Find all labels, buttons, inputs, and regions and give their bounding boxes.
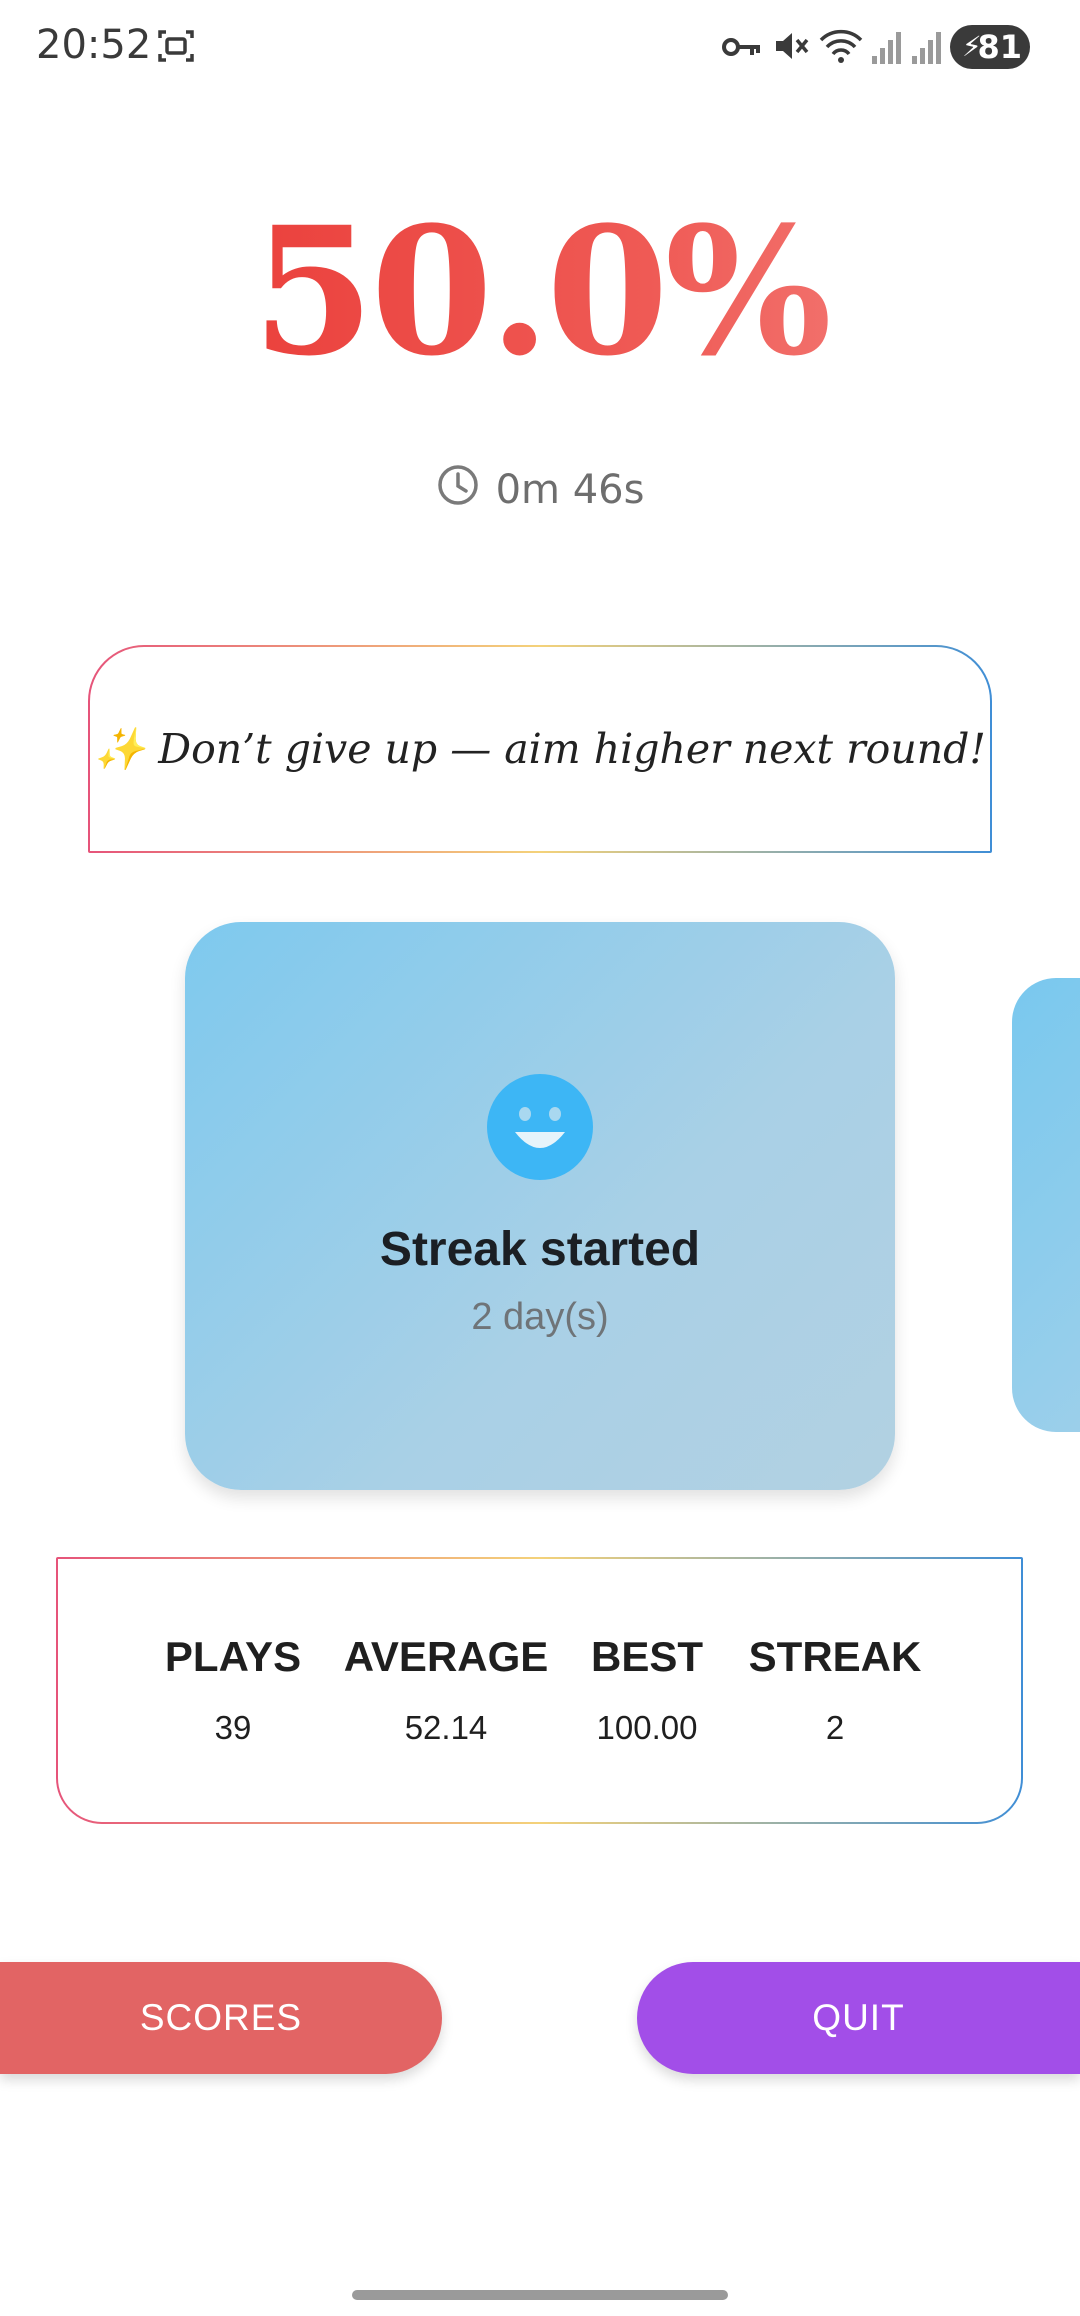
stat-value: 2 <box>825 1709 845 1746</box>
elapsed-time-text: 0m 46s <box>495 467 645 513</box>
status-time: 20:52 <box>36 22 152 68</box>
elapsed-time: 0m 46s <box>0 462 1080 518</box>
status-bar: 20:52 ⚡ 81 <box>0 0 1080 96</box>
stat-value: 100.00 <box>596 1709 698 1746</box>
stat-label: PLAYS <box>164 1633 302 1680</box>
stat-label: AVERAGE <box>343 1633 549 1680</box>
achievement-card[interactable]: Streak started 2 day(s) <box>185 922 895 1490</box>
wifi-icon <box>818 26 864 71</box>
home-indicator[interactable] <box>352 2290 728 2300</box>
charging-bolt-icon: ⚡ <box>962 30 982 63</box>
achievement-title: Streak started <box>379 1223 701 1276</box>
score-percentage: 50.0% <box>0 195 1080 389</box>
quit-button[interactable]: QUIT <box>637 1962 1080 2074</box>
battery-indicator: ⚡ 81 <box>950 25 1030 69</box>
scores-button[interactable]: SCORES <box>0 1962 442 2074</box>
stat-label: BEST <box>590 1633 704 1680</box>
stat-value: 52.14 <box>404 1709 488 1746</box>
stat-label: STREAK <box>748 1633 922 1680</box>
stats-panel: PLAYS 39 AVERAGE 52.14 BEST 100.00 STREA… <box>56 1557 1023 1824</box>
screen-record-icon <box>156 26 196 71</box>
vpn-key-icon <box>722 34 762 65</box>
encouragement-message: ✨ Don’t give up — aim higher next round! <box>94 724 986 773</box>
encouragement-box: ✨ Don’t give up — aim higher next round! <box>88 645 992 853</box>
mute-icon <box>772 26 812 71</box>
next-achievement-card[interactable] <box>1012 978 1080 1432</box>
stat-value: 39 <box>214 1709 252 1746</box>
signal-icon <box>910 26 942 71</box>
smiley-icon <box>487 1074 593 1185</box>
battery-level: 81 <box>977 28 1022 66</box>
signal-icon <box>870 26 902 71</box>
achievement-subtitle: 2 day(s) <box>471 1296 609 1338</box>
clock-icon <box>436 463 480 517</box>
